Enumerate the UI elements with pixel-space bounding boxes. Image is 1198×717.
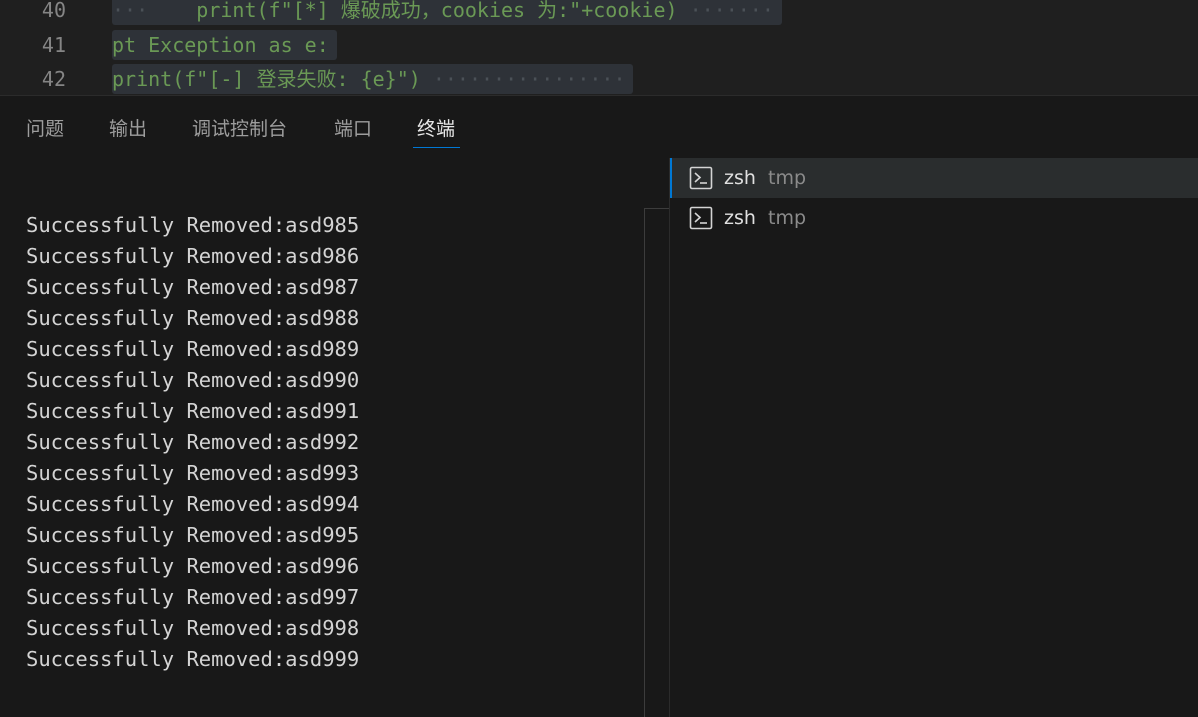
terminal-line: Successfully Removed:asd993	[26, 461, 360, 485]
terminal-line: Successfully Removed:asd994	[26, 492, 360, 516]
terminal-list: zsh tmp zsh tmp	[670, 158, 1198, 717]
terminal-line: Successfully Removed:asd988	[26, 306, 360, 330]
terminal-icon	[689, 206, 713, 230]
terminal-line: Successfully Removed:asd992	[26, 430, 360, 454]
terminal-line: Successfully Removed:asd985	[26, 213, 360, 237]
tab-terminal[interactable]: 终端	[417, 116, 455, 142]
terminal-cwd: tmp	[768, 167, 807, 189]
active-indicator	[670, 158, 672, 198]
terminal-name: zsh	[724, 167, 756, 189]
terminal-cwd: tmp	[768, 207, 807, 229]
terminal-line: Successfully Removed:asd998	[26, 616, 360, 640]
terminal-line: Successfully Removed:asd986	[26, 244, 360, 268]
terminal-line: Successfully Removed:asd987	[26, 275, 360, 299]
divider-tick	[644, 208, 669, 209]
code-text: pt Exception as e:	[112, 30, 337, 60]
terminal-name: zsh	[724, 207, 756, 229]
terminal-line: Successfully Removed:asd989	[26, 337, 360, 361]
terminal-icon	[689, 166, 713, 190]
tab-ports[interactable]: 端口	[334, 116, 372, 142]
terminal-line: Successfully Removed:asd995	[26, 523, 360, 547]
terminal-output[interactable]: Successfully Removed:asd985 Successfully …	[0, 158, 644, 717]
tab-debug-console[interactable]: 调试控制台	[192, 116, 287, 142]
bottom-panel: 问题 输出 调试控制台 端口 终端 Successfully Removed:a…	[0, 96, 1198, 717]
line-number: 41	[41, 33, 66, 57]
terminal-line: Successfully Removed:asd996	[26, 554, 360, 578]
terminal-line: Successfully Removed:asd997	[26, 585, 360, 609]
tab-output[interactable]: 输出	[109, 116, 147, 142]
code-line-41: 41 pt Exception as e:	[0, 29, 1198, 62]
terminal-lines: Successfully Removed:asd985 Successfully …	[26, 210, 359, 675]
code-text: print(f"[-] 登录失败: {e}") ················	[112, 64, 634, 94]
terminal-line: Successfully Removed:asd990	[26, 368, 360, 392]
line-number: 42	[41, 67, 66, 91]
terminal-line: Successfully Removed:asd991	[26, 399, 360, 423]
tab-problems[interactable]: 问题	[26, 116, 64, 142]
code-line-40: 40 ··· print(f"[*] 爆破成功，cookies 为:"+cook…	[0, 0, 1198, 27]
terminal-list-item-zsh-2[interactable]: zsh tmp	[670, 198, 1198, 238]
code-text: ··· print(f"[*] 爆破成功，cookies 为:"+cookie)…	[112, 0, 782, 25]
terminal-line: Successfully Removed:asd999	[26, 647, 360, 671]
code-line-42: 42 print(f"[-] 登录失败: {e}") ·············…	[0, 63, 1198, 96]
line-number: 40	[41, 0, 66, 22]
terminal-split-divider[interactable]	[644, 208, 645, 717]
panel-tabs: 问题 输出 调试控制台 端口 终端	[0, 96, 1198, 158]
code-editor[interactable]: 40 ··· print(f"[*] 爆破成功，cookies 为:"+cook…	[0, 0, 1198, 96]
active-tab-indicator	[413, 147, 460, 148]
terminal-list-item-zsh-1[interactable]: zsh tmp	[670, 158, 1198, 198]
